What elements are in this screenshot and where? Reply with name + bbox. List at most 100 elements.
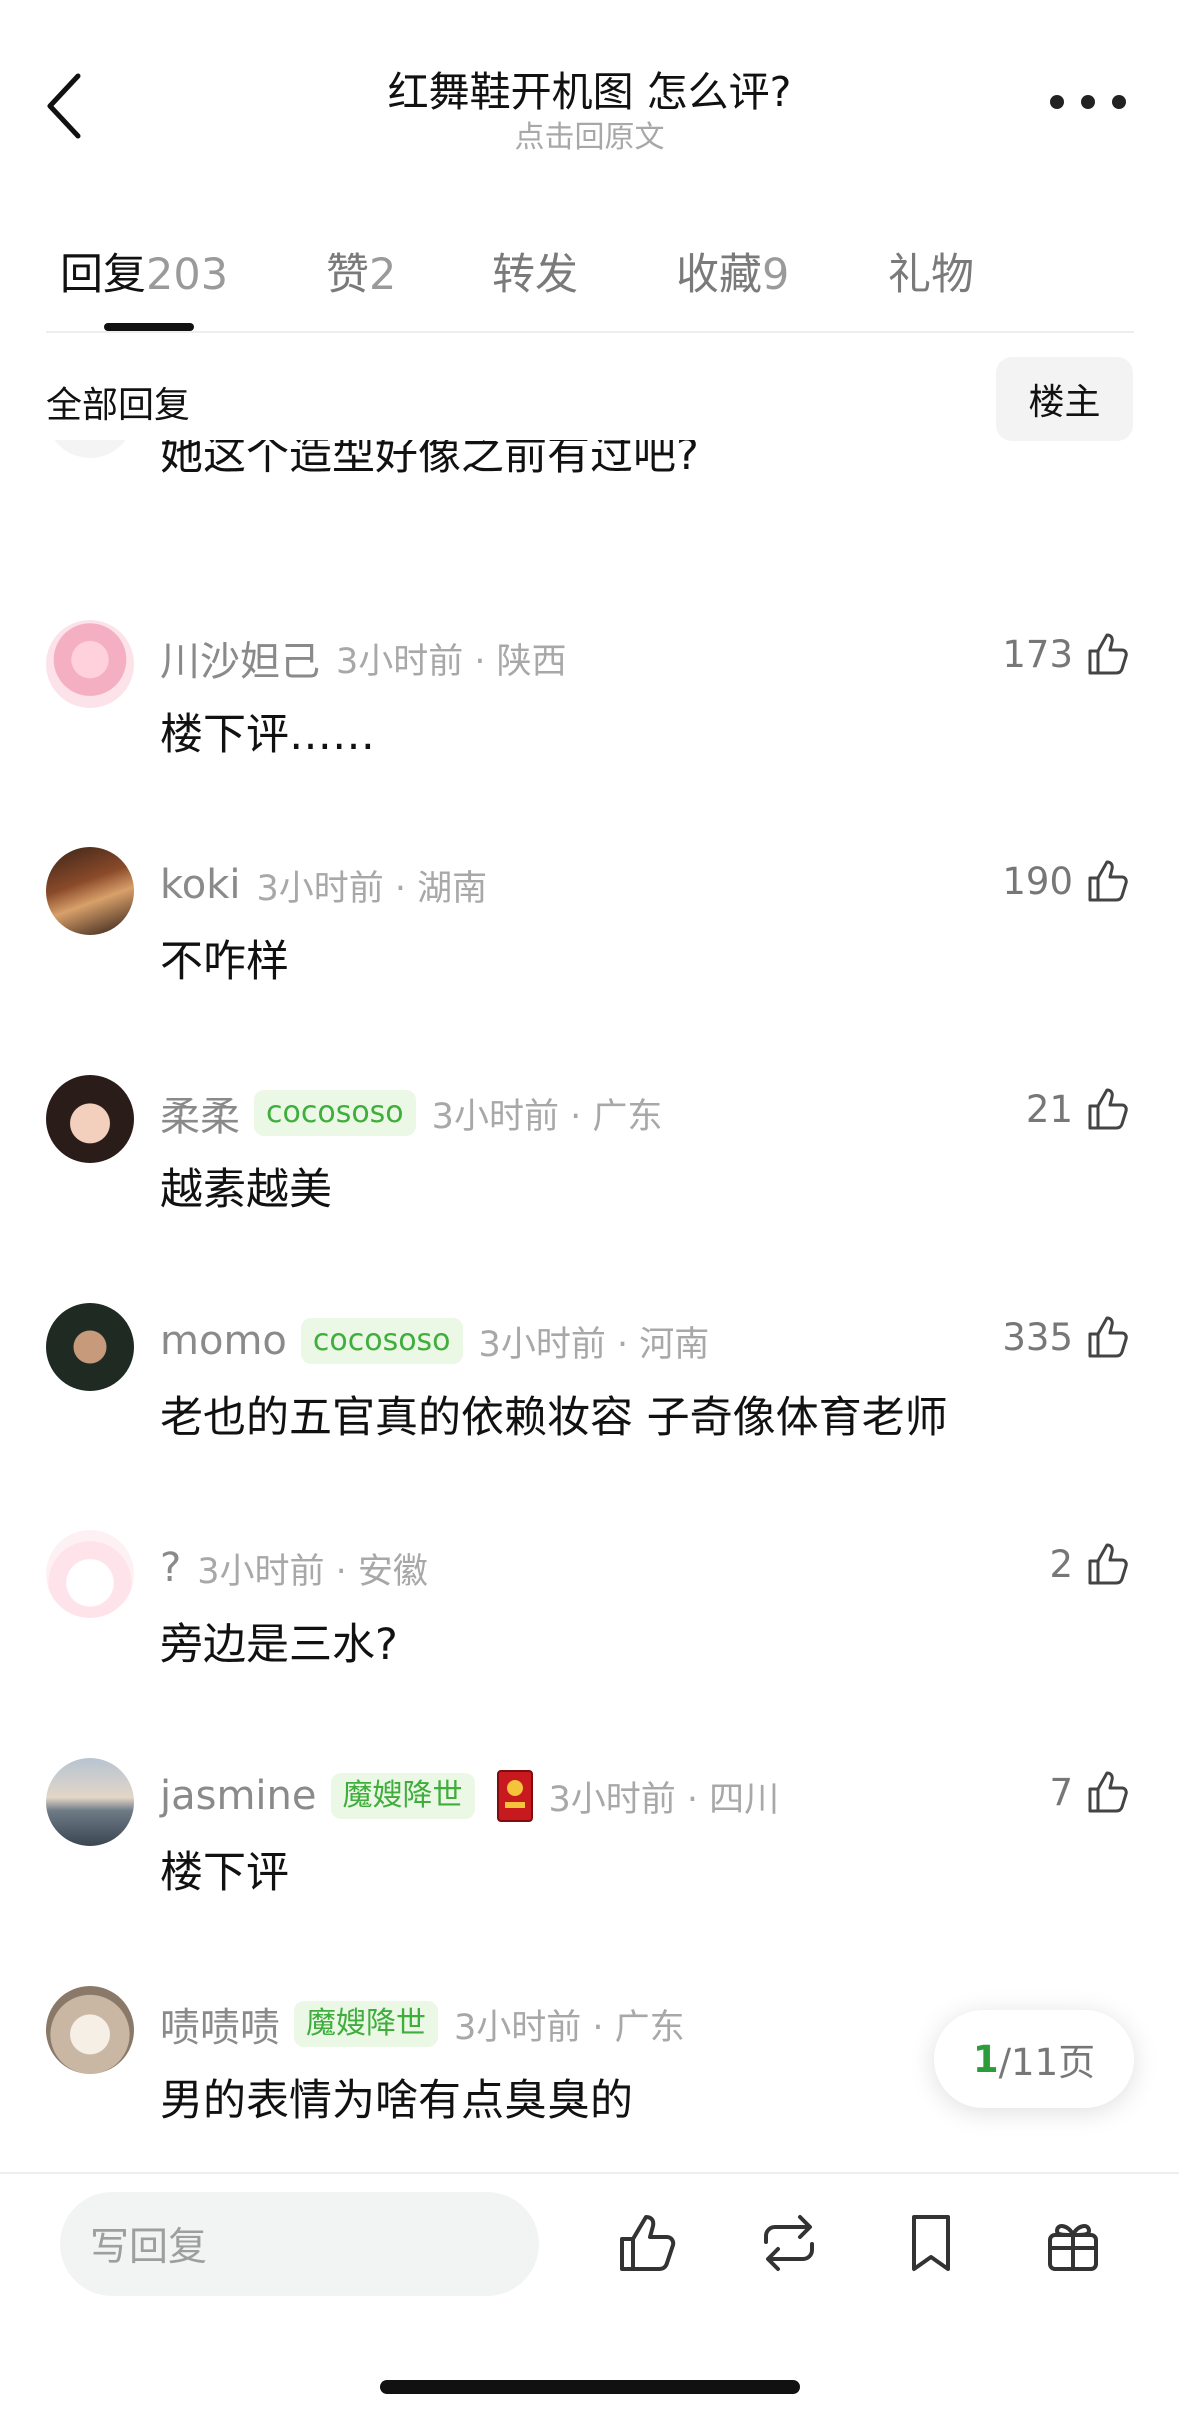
tab-label: 礼物 bbox=[888, 250, 974, 300]
active-tab-indicator bbox=[104, 323, 194, 331]
tab-label: 转发 bbox=[492, 250, 578, 300]
time-location: 3小时前 · 陕西 bbox=[336, 641, 567, 682]
bookmark-icon[interactable] bbox=[896, 2208, 966, 2278]
fan-badge[interactable]: cocososo bbox=[300, 1318, 463, 1364]
like-count: 2 bbox=[1049, 1542, 1073, 1586]
avatar[interactable] bbox=[46, 620, 134, 708]
like-button[interactable]: 173 bbox=[1002, 624, 1133, 684]
tab-gifts[interactable]: 礼物 bbox=[888, 240, 974, 302]
tab-count: 203 bbox=[146, 250, 229, 300]
comment-meta: momo cocososo 3小时前 · 河南 bbox=[160, 1311, 709, 1371]
comment-text: 她这个造型好像之前有过吧? bbox=[160, 440, 699, 480]
comment-text: 楼下评 bbox=[160, 1848, 289, 1898]
back-to-original-link[interactable]: 点击回原文 bbox=[0, 112, 1179, 156]
like-button[interactable]: 21 bbox=[1026, 1079, 1133, 1139]
like-count: 335 bbox=[1002, 1315, 1073, 1359]
top-navigation-bar: 红舞鞋开机图 怎么评? 点击回原文 bbox=[0, 0, 1179, 180]
comment-item[interactable]: momo cocososo 3小时前 · 河南 335 老也的五官真的依赖妆容 … bbox=[0, 1303, 1179, 1533]
fan-badge[interactable]: cocososo bbox=[254, 1090, 416, 1136]
page-indicator-button[interactable]: 1/11页 bbox=[934, 2010, 1134, 2108]
repost-icon[interactable] bbox=[754, 2208, 824, 2278]
current-page: 1 bbox=[972, 2037, 999, 2081]
tab-favorites[interactable]: 收藏9 bbox=[676, 240, 789, 302]
comment-text: 老也的五官真的依赖妆容 子奇像体育老师 bbox=[160, 1393, 948, 1443]
comment-text: 越素越美 bbox=[160, 1165, 332, 1215]
avatar[interactable] bbox=[46, 1986, 134, 2074]
time-location: 3小时前 · 广东 bbox=[431, 1096, 663, 1137]
time-location: 3小时前 · 湖南 bbox=[256, 868, 488, 909]
avatar[interactable] bbox=[46, 1303, 134, 1391]
tab-label: 回复 bbox=[60, 250, 146, 300]
thumbs-up-icon bbox=[1088, 1543, 1128, 1585]
fan-badge[interactable]: 魔嫂降世 bbox=[294, 2001, 438, 2047]
username[interactable]: 啧啧啧 bbox=[160, 1995, 280, 2053]
tab-count: 9 bbox=[762, 250, 790, 300]
comment-text: 男的表情为啥有点臭臭的 bbox=[160, 2076, 633, 2126]
username[interactable]: momo bbox=[160, 1318, 287, 1364]
comment-text: 不咋样 bbox=[160, 937, 289, 987]
comment-list[interactable]: 她这个造型好像之前有过吧? 川沙妲己 3小时前 · 陕西 173 楼下评…… k… bbox=[0, 440, 1179, 2170]
thumbs-up-icon bbox=[1088, 633, 1128, 675]
comment-text: 旁边是三水? bbox=[160, 1620, 398, 1670]
username[interactable]: 川沙妲己 bbox=[160, 629, 320, 687]
thumbs-up-icon bbox=[1088, 1316, 1128, 1358]
comment-item[interactable]: ? 3小时前 · 安徽 2 旁边是三水? bbox=[0, 1530, 1179, 1760]
comment-item[interactable]: koki 3小时前 · 湖南 190 不咋样 bbox=[0, 847, 1179, 1077]
tab-replies[interactable]: 回复203 bbox=[60, 240, 228, 302]
gift-icon[interactable] bbox=[1038, 2208, 1108, 2278]
more-dots-icon bbox=[1050, 95, 1064, 109]
page-title: 红舞鞋开机图 怎么评? bbox=[387, 68, 792, 116]
avatar[interactable] bbox=[46, 440, 134, 458]
time-location: 3小时前 · 四川 bbox=[548, 1779, 780, 1820]
comment-item[interactable]: jasmine 魔嫂降世 3小时前 · 四川 7 楼下评 bbox=[0, 1758, 1179, 1988]
like-count: 173 bbox=[1002, 632, 1073, 676]
avatar[interactable] bbox=[46, 1758, 134, 1846]
tab-label: 赞 bbox=[326, 250, 369, 300]
reply-input[interactable]: 写回复 bbox=[60, 2192, 539, 2296]
thumbs-up-icon bbox=[1088, 1771, 1128, 1813]
like-button[interactable]: 335 bbox=[1002, 1307, 1133, 1367]
avatar[interactable] bbox=[46, 1075, 134, 1163]
more-options-button[interactable] bbox=[1050, 86, 1126, 118]
all-replies-label: 全部回复 bbox=[46, 385, 191, 426]
comment-text: 楼下评…… bbox=[160, 710, 375, 760]
time-location: 3小时前 · 安徽 bbox=[197, 1551, 428, 1592]
divider bbox=[0, 2172, 1179, 2174]
like-button[interactable]: 7 bbox=[1049, 1762, 1133, 1822]
comment-meta: 啧啧啧 魔嫂降世 3小时前 · 广东 bbox=[160, 1994, 685, 2054]
username[interactable]: ? bbox=[160, 1545, 181, 1591]
time-location: 3小时前 · 广东 bbox=[454, 2007, 685, 2048]
tab-likes[interactable]: 赞2 bbox=[326, 240, 396, 302]
comment-meta: jasmine 魔嫂降世 3小时前 · 四川 bbox=[160, 1766, 779, 1826]
tab-count: 2 bbox=[369, 250, 397, 300]
thumbs-up-icon bbox=[1088, 1088, 1128, 1130]
comment-meta: 柔柔 cocososo 3小时前 · 广东 bbox=[160, 1083, 662, 1143]
like-count: 7 bbox=[1049, 1770, 1073, 1814]
comment-meta: koki 3小时前 · 湖南 bbox=[160, 855, 487, 915]
username[interactable]: koki bbox=[160, 862, 241, 908]
owner-only-filter-button[interactable]: 楼主 bbox=[996, 357, 1133, 441]
tab-bar: 回复203 赞2 转发 收藏9 礼物 bbox=[0, 230, 1179, 332]
thumbs-up-icon[interactable] bbox=[612, 2208, 682, 2278]
username[interactable]: jasmine bbox=[160, 1773, 317, 1819]
tab-label: 收藏 bbox=[676, 250, 762, 300]
comment-item[interactable]: 柔柔 cocososo 3小时前 · 广东 21 越素越美 bbox=[0, 1075, 1179, 1305]
comment-meta: ? 3小时前 · 安徽 bbox=[160, 1538, 428, 1598]
more-dot bbox=[1081, 95, 1095, 109]
comment-item[interactable]: 川沙妲己 3小时前 · 陕西 173 楼下评…… bbox=[0, 620, 1179, 850]
thumbs-up-icon bbox=[1088, 860, 1128, 902]
tab-reposts[interactable]: 转发 bbox=[492, 240, 578, 302]
more-dot bbox=[1112, 95, 1126, 109]
like-count: 190 bbox=[1002, 859, 1073, 903]
username[interactable]: 柔柔 bbox=[160, 1084, 240, 1142]
time-location: 3小时前 · 河南 bbox=[478, 1324, 710, 1365]
total-pages: /11页 bbox=[998, 2041, 1096, 2084]
like-button[interactable]: 190 bbox=[1002, 851, 1133, 911]
fan-badge[interactable]: 魔嫂降世 bbox=[330, 1773, 475, 1819]
home-indicator[interactable] bbox=[380, 2380, 800, 2394]
comment-item[interactable]: 她这个造型好像之前有过吧? bbox=[0, 440, 1179, 600]
avatar[interactable] bbox=[46, 847, 134, 935]
like-button[interactable]: 2 bbox=[1049, 1534, 1133, 1594]
medal-icon[interactable] bbox=[496, 1770, 533, 1822]
avatar[interactable] bbox=[46, 1530, 134, 1618]
